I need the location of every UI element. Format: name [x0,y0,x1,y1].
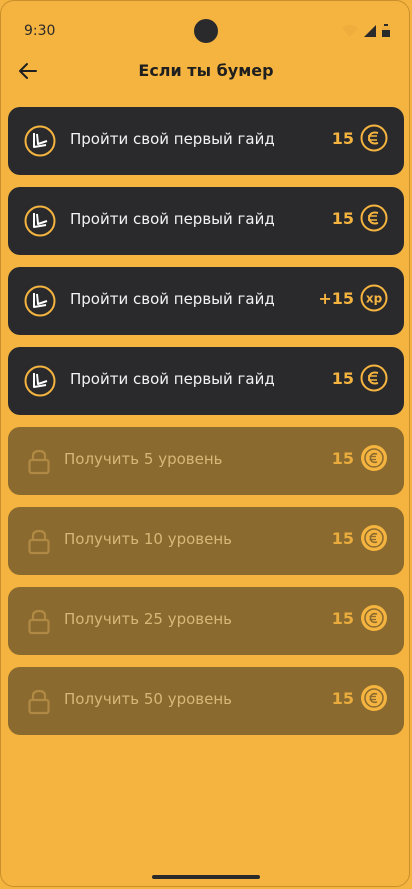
reward: 15 [332,204,388,232]
signal-icon [364,24,376,37]
reward: 15 [332,604,388,632]
reward-amount: 15 [331,528,354,548]
reward-amount: +15 [318,288,354,308]
coin-icon [360,364,388,392]
page-title: Если ты бумер [138,61,274,80]
status-bar: 9:30 [0,0,412,60]
app-logo-icon [24,205,56,237]
achievement-row-locked[interactable]: Получить 10 уровень 15 [8,507,404,575]
achievement-label: Пройти свой первый гайд [70,290,275,308]
reward-amount: 15 [331,448,354,468]
achievement-label: Пройти свой первый гайд [70,210,275,228]
battery-icon [382,24,390,37]
lock-icon [28,449,50,475]
reward: +15 xp [318,284,388,312]
app-logo-icon [24,125,56,157]
achievement-row[interactable]: Пройти свой первый гайд 15 [8,107,404,175]
reward-amount: 15 [331,208,354,228]
coin-icon [361,445,387,471]
app-bar: Если ты бумер [0,55,412,89]
achievement-list: Пройти свой первый гайд 15 Пройти свой п… [8,107,404,747]
reward: 15 [332,124,388,152]
coin-icon [361,525,387,551]
coin-icon [361,685,387,711]
reward-amount: 15 [331,368,354,388]
achievement-label: Получить 25 уровень [64,610,233,628]
achievement-label: Пройти свой первый гайд [70,130,275,148]
reward: 15 [332,364,388,392]
reward-amount: 15 [331,688,354,708]
app-logo-icon [24,365,56,397]
reward-amount: 15 [331,128,354,148]
reward: 15 [332,684,388,712]
achievement-label: Пройти свой первый гайд [70,370,275,388]
achievement-row-locked[interactable]: Получить 50 уровень 15 [8,667,404,735]
lock-icon [28,529,50,555]
achievement-row[interactable]: Пройти свой первый гайд +15 xp [8,267,404,335]
reward: 15 [332,524,388,552]
xp-icon-text: xp [366,292,383,306]
achievement-label: Получить 50 уровень [64,690,233,708]
home-indicator[interactable] [152,875,260,879]
reward: 15 [332,444,388,472]
camera-cutout [194,19,218,43]
achievement-row[interactable]: Пройти свой первый гайд 15 [8,347,404,415]
coin-icon [361,605,387,631]
reward-amount: 15 [331,608,354,628]
system-icons [342,24,390,37]
xp-icon: xp [360,284,388,312]
achievement-label: Получить 10 уровень [64,530,233,548]
lock-icon [28,689,50,715]
achievement-row-locked[interactable]: Получить 25 уровень 15 [8,587,404,655]
achievement-row[interactable]: Пройти свой первый гайд 15 [8,187,404,255]
coin-icon [360,124,388,152]
lock-icon [28,609,50,635]
status-time: 9:30 [24,23,56,39]
wifi-icon [342,24,358,37]
coin-icon [360,204,388,232]
app-logo-icon [24,285,56,317]
achievement-row-locked[interactable]: Получить 5 уровень 15 [8,427,404,495]
achievement-label: Получить 5 уровень [64,450,223,468]
